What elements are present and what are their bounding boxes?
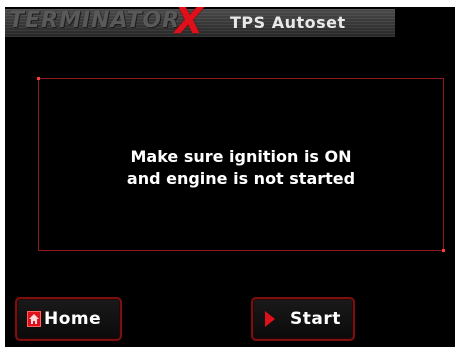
- brand-logo-x-mark: X: [175, 7, 203, 42]
- instruction-message: Make sure ignition is ON and engine is n…: [39, 146, 443, 190]
- brand-logo-text: TERMINATOR: [9, 8, 181, 33]
- page-title: TPS Autoset: [230, 13, 346, 32]
- start-button[interactable]: Start: [251, 297, 355, 341]
- header: TERMINATOR X TPS Autoset: [5, 7, 455, 43]
- play-icon: [265, 311, 275, 327]
- instruction-line-2: and engine is not started: [126, 169, 356, 188]
- start-button-label: Start: [290, 309, 341, 329]
- home-button-label: Home: [44, 309, 102, 329]
- tps-autoset-screen: TERMINATOR X TPS Autoset Make sure ignit…: [5, 7, 455, 347]
- message-panel: Make sure ignition is ON and engine is n…: [37, 77, 445, 252]
- instruction-line-1: Make sure ignition is ON: [130, 147, 352, 166]
- home-button[interactable]: Home: [15, 297, 122, 341]
- home-icon: [27, 311, 41, 327]
